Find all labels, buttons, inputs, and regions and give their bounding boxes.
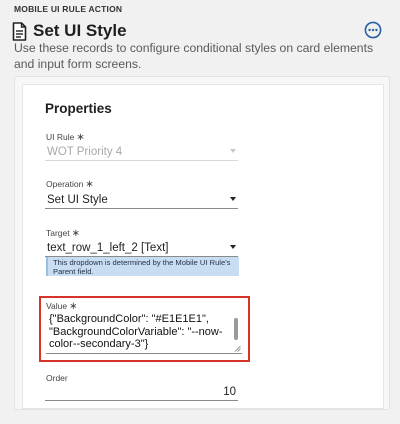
value-textarea[interactable]: {"BackgroundColor": "#E1E1E1", "Backgrou… [46,312,242,354]
target-help-text: This dropdown is determined by the Mobil… [46,257,239,276]
value-label: Value ∗ [46,301,78,312]
chevron-down-icon [230,245,236,249]
order-input[interactable]: 10 [45,383,238,401]
more-options-icon[interactable] [364,21,382,39]
section-eyebrow: MOBILE UI RULE ACTION [14,4,123,14]
properties-card: Properties UI Rule ∗ WOT Priority 4 Opera… [14,76,390,410]
page-title: Set UI Style [33,21,127,40]
mobile-ui-rule-action-form: MOBILE UI RULE ACTION Set UI Style Use t… [0,0,400,424]
operation-label: Operation ∗ [46,179,94,190]
required-mark: ∗ [71,228,81,239]
value-text: {"BackgroundColor": "#E1E1E1", "Backgrou… [49,313,223,351]
ui-rule-label: UI Rule ∗ [46,132,85,143]
ui-rule-select: WOT Priority 4 [45,143,238,161]
required-mark: ∗ [69,301,78,312]
chevron-down-icon [230,149,236,153]
properties-panel: Properties UI Rule ∗ WOT Priority 4 Opera… [22,84,384,409]
order-label: Order [46,373,68,383]
operation-select[interactable]: Set UI Style [45,191,238,209]
properties-heading: Properties [45,101,112,116]
target-label: Target ∗ [46,228,81,239]
chevron-down-icon [230,197,236,201]
title-row: Set UI Style [12,20,390,42]
value-field-highlight: Value ∗ {"BackgroundColor": "#E1E1E1", "B… [39,296,250,362]
page-description: Use these records to configure condition… [14,41,374,71]
resize-handle-icon[interactable] [234,345,241,352]
required-mark: ∗ [85,179,94,190]
document-icon [12,21,27,41]
textarea-scrollbar[interactable] [234,318,238,340]
required-mark: ∗ [76,132,85,143]
target-select[interactable]: text_row_1_left_2 [Text] [45,239,238,257]
